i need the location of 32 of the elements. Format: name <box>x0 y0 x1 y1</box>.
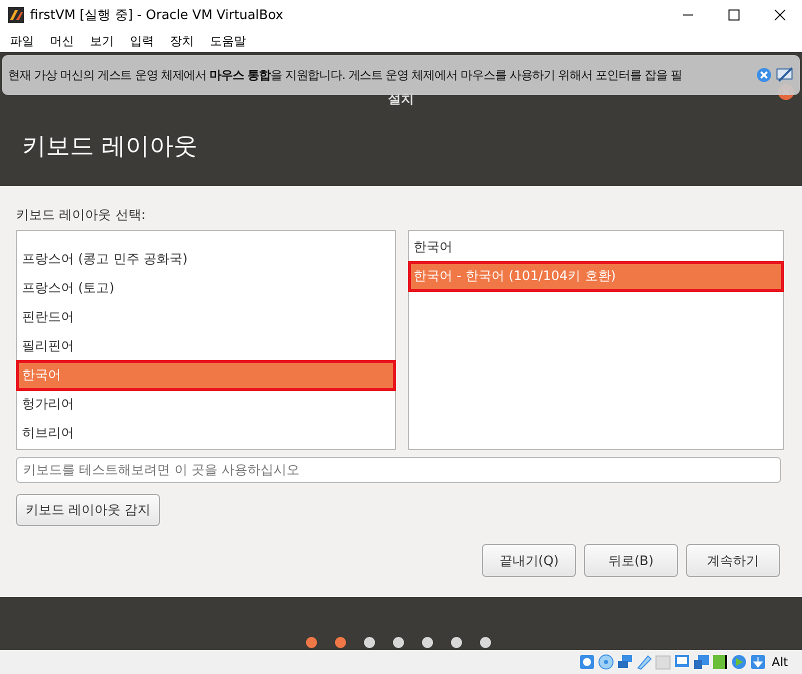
disc-icon[interactable] <box>596 653 615 671</box>
page-heading: 키보드 레이아웃 <box>21 131 199 162</box>
list-item[interactable]: 한국어 <box>408 233 783 262</box>
message-icon[interactable] <box>776 67 794 83</box>
menu-item[interactable]: 도움말 <box>210 32 246 50</box>
list-item[interactable]: 핀란드어 <box>17 303 394 332</box>
detect-button[interactable]: 키보드 레이아웃 감지 <box>16 494 160 526</box>
list-item[interactable]: 히브리어 <box>17 419 394 448</box>
monitors-icon[interactable] <box>616 653 634 671</box>
list-item[interactable]: 프랑스어 (토고) <box>17 274 394 303</box>
chip-icon[interactable] <box>710 653 729 671</box>
close-icon[interactable] <box>774 9 786 21</box>
dialog-button[interactable]: 끝내기(Q) <box>482 544 576 577</box>
menu-item[interactable]: 입력 <box>130 32 154 50</box>
test-input-field[interactable]: 키보드를 테스트해보려면 이 곳을 사용하십시오 <box>16 457 781 483</box>
list-item[interactable]: 프랑스어 (콩고 민주 공화국) <box>17 245 394 274</box>
host-key-label: Alt <box>772 655 788 669</box>
menu-item[interactable]: 파일 <box>10 32 34 50</box>
list-item[interactable]: 필리핀어 <box>17 332 394 361</box>
prompt-label: 키보드 레이아웃 선택: <box>16 207 147 224</box>
app-icon <box>8 7 24 23</box>
maximize-icon[interactable] <box>728 9 740 21</box>
notification-text: 현재 가상 머신의 게스트 운영 체제에서 마우스 통합을 지원합니다. 게스트 운영 체제에서 마우스를 사용하기 위해서 포인터를 잡을 필 <box>8 66 683 84</box>
menu-item[interactable]: 머신 <box>50 32 74 50</box>
menu-item[interactable]: 장치 <box>170 32 194 50</box>
dialog-title: 설치 <box>388 91 414 108</box>
dialog-button[interactable]: 계속하기 <box>686 544 780 577</box>
window-icon[interactable] <box>692 653 710 671</box>
dialog-button[interactable]: 뒤로(B) <box>584 544 678 577</box>
menu-item[interactable]: 보기 <box>90 32 114 50</box>
list-item[interactable]: 헝가리어 <box>17 390 394 419</box>
window-title: firstVM [실행 중] - Oracle VM VirtualBox <box>30 7 284 24</box>
